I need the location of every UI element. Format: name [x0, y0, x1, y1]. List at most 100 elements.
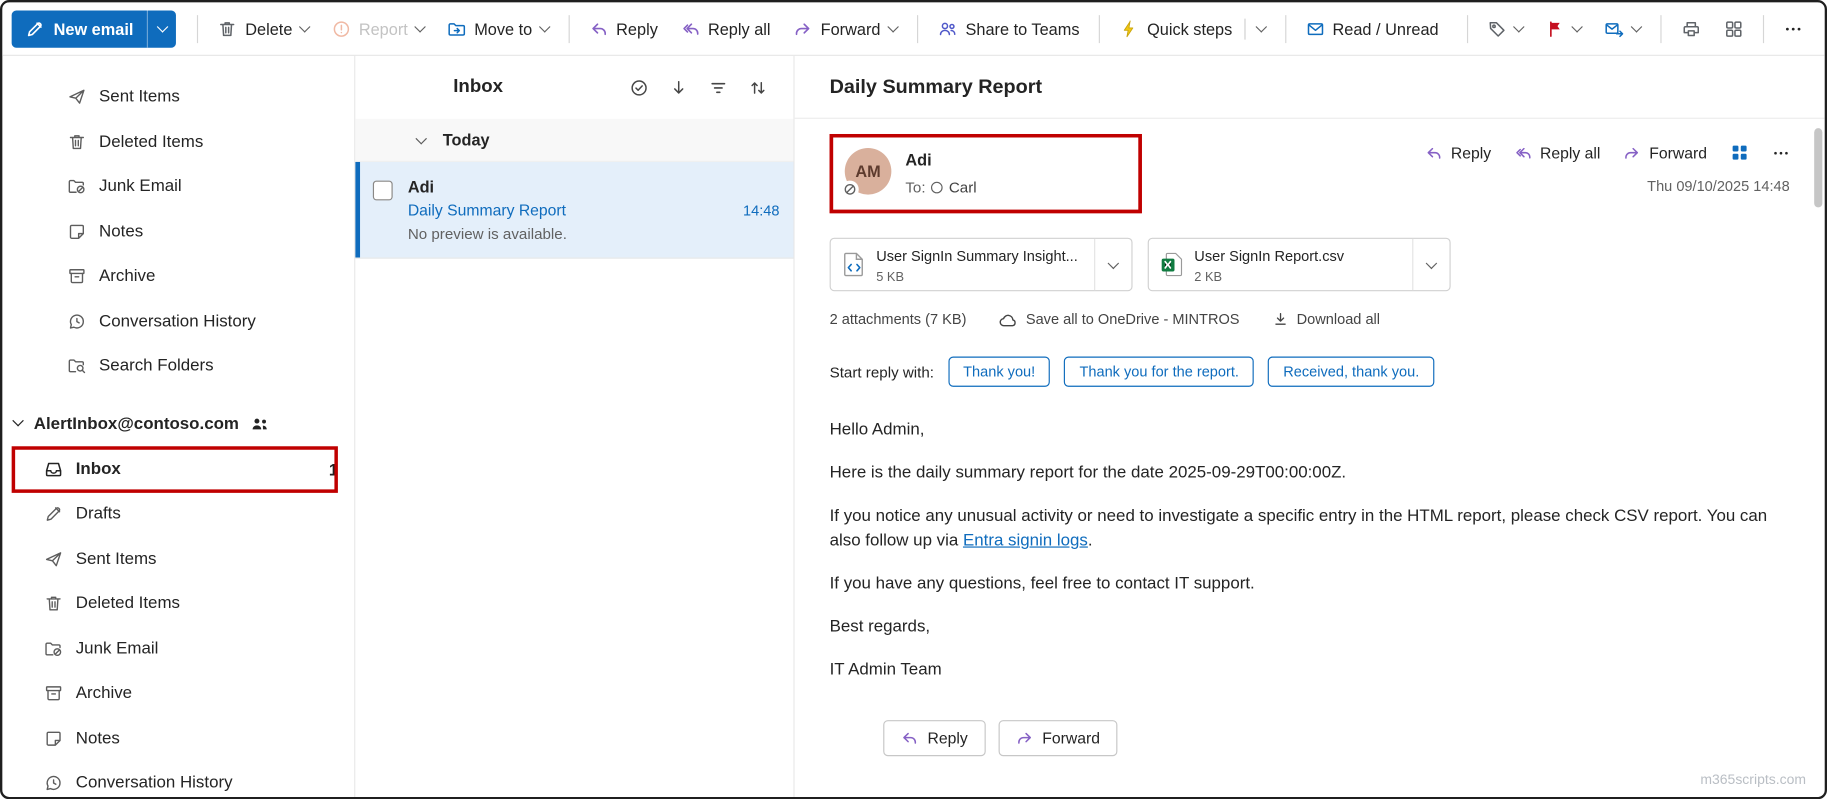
body-closing-2: IT Admin Team: [830, 658, 1790, 683]
mail-item-checkbox[interactable]: [373, 181, 393, 201]
ellipsis-icon: [1784, 19, 1803, 38]
sidebar-item-sent-items[interactable]: Sent Items: [2, 75, 354, 120]
recipient-name[interactable]: Carl: [949, 178, 977, 195]
toolbar-separator: [1660, 15, 1661, 43]
sidebar-item-label: Archive: [76, 684, 132, 703]
message-reply-all-button[interactable]: Reply all: [1514, 144, 1600, 161]
folder-sidebar: Sent Items Deleted Items Junk Email Note…: [2, 56, 355, 797]
toolbar-separator: [1099, 15, 1100, 43]
delete-button[interactable]: Delete: [208, 10, 319, 47]
attachment-dropdown[interactable]: [1094, 239, 1131, 290]
message-reply-button[interactable]: Reply: [1425, 144, 1491, 161]
read-unread-button[interactable]: Read / Unread: [1295, 10, 1449, 47]
sidebar-item-inbox[interactable]: Inbox 1: [2, 447, 354, 492]
mail-list-item-selected[interactable]: Adi Daily Summary Report 14:48 No previe…: [355, 162, 793, 259]
download-all-button[interactable]: Download all: [1272, 311, 1380, 327]
share-to-teams-button[interactable]: Share to Teams: [927, 10, 1090, 47]
main-area: Sent Items Deleted Items Junk Email Note…: [2, 56, 1824, 797]
report-button[interactable]: Report: [322, 10, 435, 47]
trash-icon: [218, 19, 237, 38]
toolbar-separator: [568, 15, 569, 43]
unread-count-badge: 1: [329, 460, 338, 479]
message-more-options-button[interactable]: [1772, 144, 1789, 161]
send-icon: [68, 88, 87, 107]
sidebar-item-deleted-items[interactable]: Deleted Items: [2, 119, 354, 164]
attachment-dropdown[interactable]: [1412, 239, 1449, 290]
suggested-reply-3[interactable]: Received, thank you.: [1268, 357, 1434, 387]
entra-signin-logs-link[interactable]: Entra signin logs: [963, 532, 1088, 551]
attachments-row: User SignIn Summary Insight... 5 KB User…: [830, 238, 1790, 292]
filter-icon[interactable]: [708, 77, 728, 97]
chevron-down-icon: [157, 21, 169, 33]
sender-avatar[interactable]: AM: [845, 148, 892, 195]
new-email-button[interactable]: New email: [12, 10, 148, 47]
forward-button[interactable]: Forward: [783, 10, 907, 47]
message-subject-title: Daily Summary Report: [795, 56, 1825, 119]
select-icon[interactable]: [629, 77, 649, 97]
chevron-down-icon: [414, 21, 426, 33]
reply-all-icon: [681, 19, 700, 38]
attachment-html-report[interactable]: User SignIn Summary Insight... 5 KB: [830, 238, 1133, 292]
new-email-dropdown[interactable]: [147, 10, 176, 47]
sort-down-icon[interactable]: [669, 77, 689, 97]
sidebar-item-drafts[interactable]: Drafts: [2, 492, 354, 537]
mail-item-preview: No preview is available.: [408, 225, 780, 242]
toolbar-separator: [1285, 15, 1286, 43]
account-header[interactable]: AlertInbox@contoso.com: [2, 400, 354, 447]
sidebar-item-archive[interactable]: Archive: [2, 254, 354, 299]
sidebar-item-conversation-history[interactable]: Conversation History: [2, 299, 354, 344]
toolbar-separator: [1763, 15, 1764, 43]
print-button[interactable]: [1671, 10, 1712, 47]
junk-folder-icon: [44, 639, 63, 658]
note-icon: [68, 222, 87, 241]
sidebar-item-label: Inbox: [76, 460, 121, 479]
reply-button[interactable]: Reply: [579, 10, 668, 47]
apps-grid-icon[interactable]: [1730, 143, 1749, 162]
attachment-size: 5 KB: [876, 270, 1087, 284]
today-group-header[interactable]: Today: [355, 119, 793, 162]
sidebar-item-notes[interactable]: Notes: [2, 209, 354, 254]
apps-button[interactable]: [1714, 10, 1754, 47]
sidebar-item-sent-items-2[interactable]: Sent Items: [2, 537, 354, 582]
inner-separator: [1244, 18, 1245, 39]
rules-button[interactable]: [1594, 10, 1651, 47]
sidebar-item-deleted-items-2[interactable]: Deleted Items: [2, 581, 354, 626]
selection-bar: [355, 162, 360, 258]
reply-all-button[interactable]: Reply all: [671, 10, 781, 47]
attachments-summary: 2 attachments (7 KB): [830, 311, 967, 327]
pencil-icon: [44, 505, 63, 524]
sidebar-item-search-folders[interactable]: Search Folders: [2, 344, 354, 389]
reply-all-icon: [1514, 144, 1531, 161]
tag-button[interactable]: [1477, 10, 1533, 47]
chevron-down-icon: [415, 132, 427, 144]
sender-name[interactable]: Adi: [905, 150, 976, 169]
sidebar-item-label: Drafts: [76, 505, 121, 524]
trash-icon: [44, 595, 63, 614]
message-forward-button[interactable]: Forward: [1624, 144, 1707, 161]
sort-order-icon[interactable]: [748, 77, 768, 97]
new-email-label: New email: [54, 19, 134, 38]
reply-icon: [1425, 144, 1442, 161]
attachment-csv-report[interactable]: User SignIn Report.csv 2 KB: [1148, 238, 1451, 292]
sidebar-item-junk-email-2[interactable]: Junk Email: [2, 626, 354, 671]
reading-pane-scrollbar[interactable]: [1814, 128, 1822, 207]
sidebar-item-label: Conversation History: [76, 774, 233, 793]
quick-steps-button[interactable]: Quick steps: [1110, 10, 1276, 47]
suggested-reply-2[interactable]: Thank you for the report.: [1064, 357, 1254, 387]
save-to-onedrive-button[interactable]: Save all to OneDrive - MINTROS: [999, 311, 1239, 327]
sidebar-item-label: Notes: [99, 222, 143, 241]
move-to-button[interactable]: Move to: [437, 10, 559, 47]
chevron-down-icon: [1108, 257, 1120, 269]
suggested-reply-1[interactable]: Thank you!: [948, 357, 1050, 387]
sidebar-item-notes-2[interactable]: Notes: [2, 716, 354, 761]
body-paragraph-1: Here is the daily summary report for the…: [830, 461, 1790, 486]
footer-reply-button[interactable]: Reply: [883, 720, 985, 756]
sidebar-item-junk-email[interactable]: Junk Email: [2, 164, 354, 209]
sidebar-item-archive-2[interactable]: Archive: [2, 671, 354, 716]
footer-forward-button[interactable]: Forward: [998, 720, 1117, 756]
mail-item-sender: Adi: [408, 177, 780, 196]
more-options-button[interactable]: [1773, 10, 1813, 47]
sidebar-item-conversation-history-2[interactable]: Conversation History: [2, 761, 354, 797]
flag-button[interactable]: [1536, 10, 1592, 47]
body-paragraph-2: If you notice any unusual activity or ne…: [830, 504, 1790, 555]
